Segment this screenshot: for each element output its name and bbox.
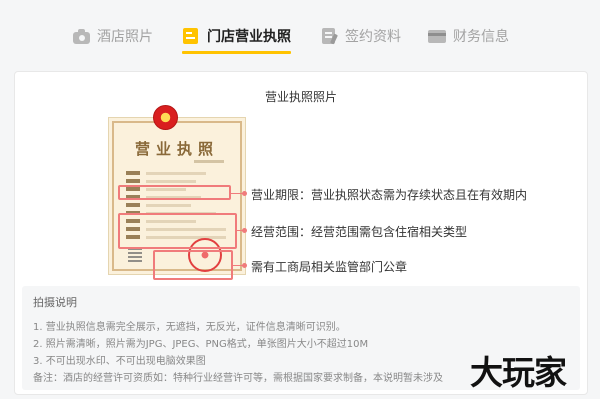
- license-icon: [182, 28, 200, 44]
- qr-code-icon: [128, 248, 142, 262]
- tab-store-license[interactable]: 门店营业执照: [182, 24, 291, 54]
- active-tab-indicator: [182, 51, 291, 54]
- card-icon: [428, 28, 446, 44]
- contract-icon: [320, 28, 338, 45]
- official-seal-highlight: [153, 250, 233, 280]
- tab-finance-info[interactable]: 财务信息: [428, 24, 509, 48]
- tab-hotel-photos[interactable]: 酒店照片: [72, 24, 153, 48]
- national-emblem-icon: [153, 105, 178, 130]
- tab-label: 财务信息: [453, 29, 509, 45]
- business-scope-note: 经营范围：经营范围需包含住宿相关类型: [251, 225, 468, 239]
- license-sample-title: 营业执照: [134, 140, 219, 158]
- panel-title: 营业执照照片: [264, 90, 337, 104]
- tab-bar: 酒店照片 门店营业执照 签约资料 财务信息: [0, 0, 600, 62]
- tab-label: 酒店照片: [97, 29, 153, 45]
- business-term-highlight: [118, 185, 231, 200]
- official-seal-note: 需有工商局相关监管部门公章: [251, 260, 408, 274]
- camera-icon: [72, 28, 90, 44]
- business-term-note: 营业期限：营业执照状态需为存续状态且在有效期内: [251, 188, 528, 202]
- instruction-item: 1. 营业执照信息需完全展示，无遮挡，无反光，证件信息清晰可识别。: [33, 322, 346, 333]
- tab-label: 签约资料: [345, 29, 401, 45]
- instructions-title: 拍摄说明: [33, 296, 77, 309]
- instruction-item: 3. 不可出现水印、不可出现电脑效果图: [33, 356, 206, 367]
- instruction-item: 2. 照片需清晰，照片需为JPG、JPEG、PNG格式，单张图片大小不超过10M: [33, 339, 369, 350]
- tab-contract-docs[interactable]: 签约资料: [320, 24, 401, 48]
- watermark-logo: 大玩家: [470, 353, 567, 392]
- instruction-note: 备注：酒店的经营许可资质如：特种行业经营许可等，需根据国家要求制备，本说明暂未涉…: [33, 373, 443, 384]
- business-scope-highlight: [118, 213, 237, 249]
- tab-label: 门店营业执照: [207, 29, 291, 45]
